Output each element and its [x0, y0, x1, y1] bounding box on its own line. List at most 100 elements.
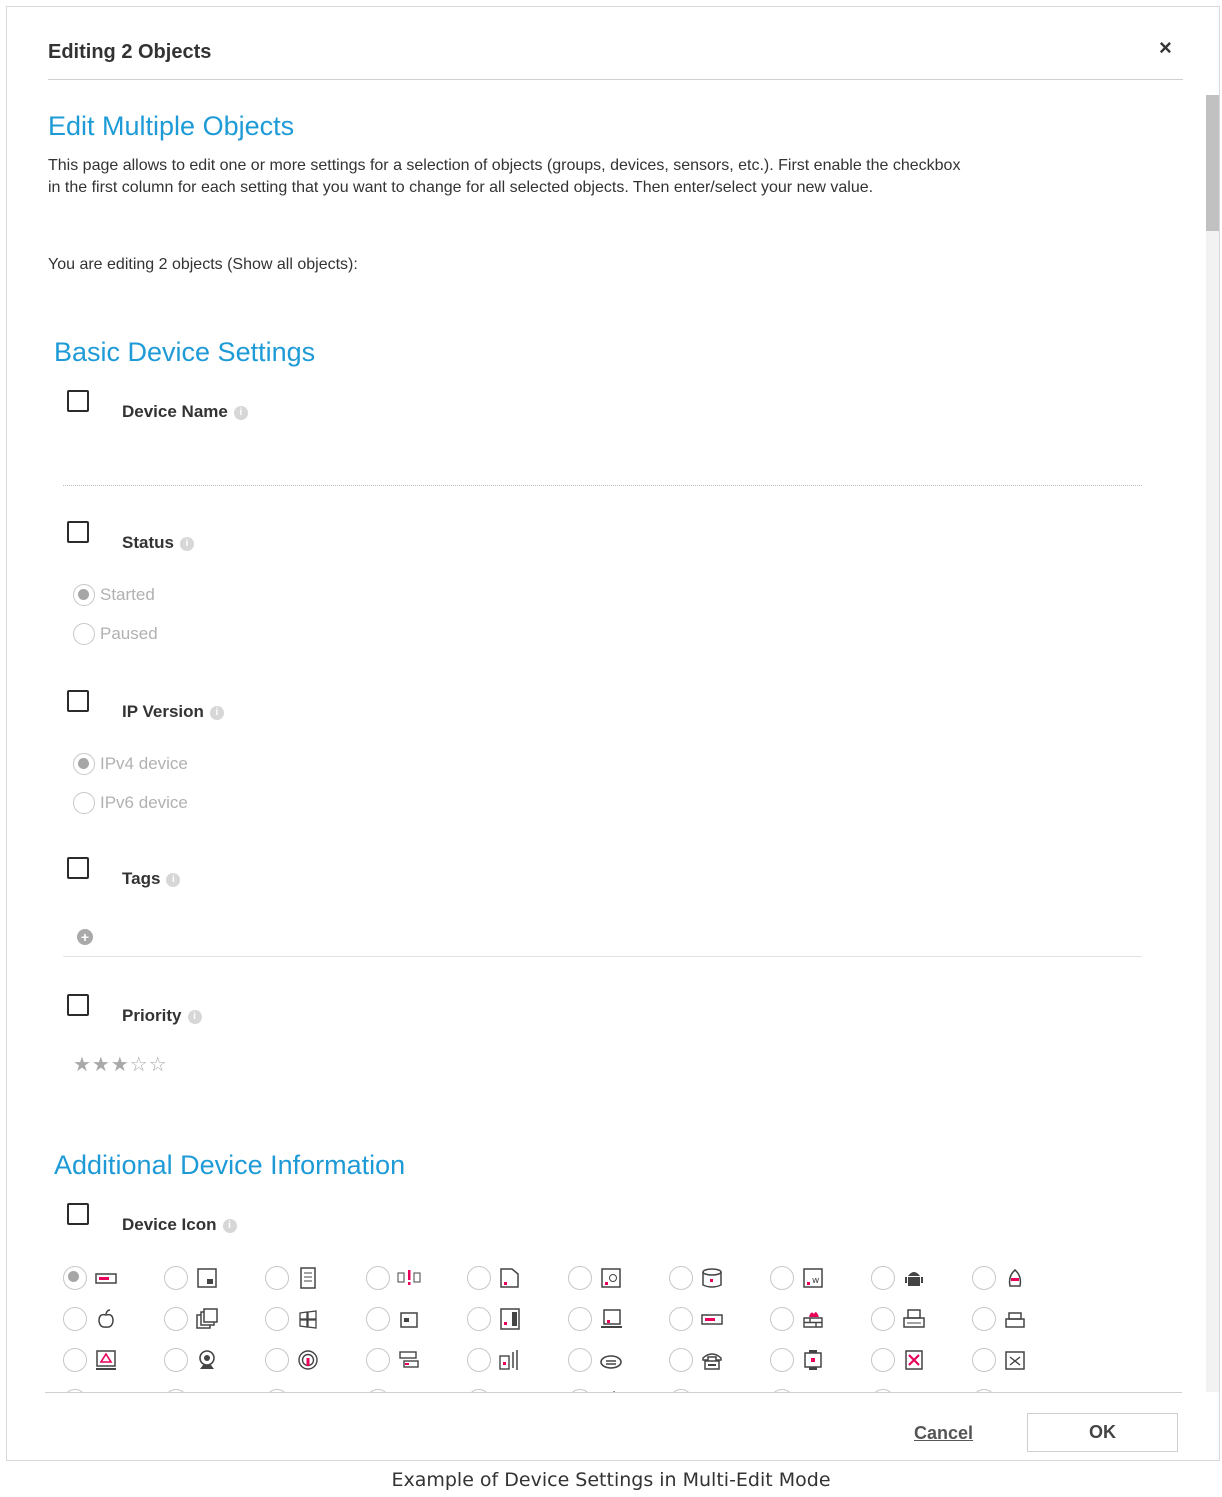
device-icon-option[interactable] [63, 1298, 164, 1339]
device-icon-radio[interactable] [972, 1306, 996, 1331]
server-rack-icon [93, 1266, 119, 1290]
ipv6-label: IPv6 device [100, 793, 188, 812]
device-icon-radio[interactable] [972, 1265, 996, 1290]
ipv6-radio[interactable] [73, 792, 95, 814]
close-icon[interactable]: × [1159, 37, 1172, 59]
dialog-scrollbar[interactable] [1206, 95, 1219, 1392]
cancel-button[interactable]: Cancel [914, 1423, 973, 1444]
device-icon-radio[interactable] [568, 1306, 592, 1331]
device-icon-radio[interactable] [366, 1265, 390, 1290]
device-icon-radio[interactable] [770, 1306, 794, 1331]
ip-version-enable-checkbox[interactable] [67, 690, 89, 712]
device-icon-option[interactable] [871, 1257, 972, 1298]
device-icon-radio[interactable] [63, 1306, 87, 1331]
priority-enable-checkbox[interactable] [67, 994, 89, 1016]
device-icon-radio[interactable] [366, 1306, 390, 1331]
device-icon-option[interactable] [366, 1257, 467, 1298]
device-icon-radio[interactable] [467, 1265, 491, 1290]
info-icon[interactable]: i [187, 1010, 202, 1024]
device-icon-option[interactable] [265, 1339, 366, 1380]
device-icon-radio[interactable] [972, 1347, 996, 1372]
status-started-label: Started [100, 585, 155, 604]
device-icon-option[interactable] [164, 1339, 265, 1380]
device-icon-radio[interactable] [871, 1306, 895, 1331]
device-icon-option[interactable] [568, 1298, 669, 1339]
device-icon-option[interactable] [265, 1298, 366, 1339]
priority-stars[interactable]: ★★★☆☆ [73, 1052, 168, 1077]
ip-option-ipv6[interactable]: IPv6 device [73, 791, 188, 815]
status-label: Status [122, 533, 174, 552]
device-icon-radio[interactable] [164, 1347, 188, 1372]
device-icon-option[interactable] [669, 1257, 770, 1298]
device-icon-option[interactable] [770, 1298, 871, 1339]
device-icon-radio[interactable] [770, 1347, 794, 1372]
device-icon-option[interactable] [467, 1339, 568, 1380]
device-icon-radio[interactable] [669, 1347, 693, 1372]
device-icon-option[interactable] [164, 1257, 265, 1298]
scrollbar-thumb[interactable] [1206, 95, 1219, 231]
device-icon-option[interactable] [568, 1257, 669, 1298]
status-option-paused[interactable]: Paused [73, 622, 158, 646]
device-icon-option[interactable] [265, 1257, 366, 1298]
device-icon-option[interactable] [871, 1339, 972, 1380]
broken-device-icon [1002, 1348, 1028, 1372]
add-tag-icon[interactable]: + [77, 929, 93, 945]
device-icon-radio[interactable] [770, 1265, 794, 1290]
device-icon-radio[interactable] [164, 1265, 188, 1290]
device-icon-radio[interactable] [63, 1265, 87, 1290]
ipv4-label: IPv4 device [100, 754, 188, 773]
ip-option-ipv4[interactable]: IPv4 device [73, 752, 188, 776]
ok-button[interactable]: OK [1027, 1413, 1178, 1452]
status-enable-checkbox[interactable] [67, 521, 89, 543]
device-icon-radio[interactable] [568, 1265, 592, 1290]
device-icon-option[interactable] [366, 1298, 467, 1339]
device-icon-radio[interactable] [265, 1265, 289, 1290]
device-icon-enable-checkbox[interactable] [67, 1203, 89, 1225]
device-icon-option[interactable] [770, 1339, 871, 1380]
device-icon-radio[interactable] [467, 1347, 491, 1372]
device-icon-option[interactable] [568, 1339, 669, 1380]
ipv4-radio[interactable] [73, 753, 95, 775]
device-icon-option[interactable] [366, 1339, 467, 1380]
device-name-label: Device Name [122, 402, 228, 421]
device-icon-radio[interactable] [265, 1306, 289, 1331]
info-icon[interactable]: i [233, 406, 248, 420]
device-icon-option[interactable] [972, 1339, 1073, 1380]
device-icon-option[interactable] [63, 1257, 164, 1298]
show-all-objects-link[interactable]: Show all objects [232, 256, 348, 273]
email-device-icon [598, 1266, 624, 1290]
device-name-enable-checkbox[interactable] [67, 390, 89, 412]
device-icon-option[interactable] [669, 1339, 770, 1380]
device-icon-radio[interactable] [366, 1347, 390, 1372]
device-icon-radio[interactable] [669, 1265, 693, 1290]
device-icon-option[interactable] [164, 1298, 265, 1339]
device-icon-option[interactable] [467, 1257, 568, 1298]
device-icon-radio[interactable] [669, 1306, 693, 1331]
info-icon[interactable]: i [166, 873, 181, 887]
status-paused-radio[interactable] [73, 623, 95, 645]
device-icon-radio[interactable] [871, 1265, 895, 1290]
device-icon-option[interactable] [63, 1339, 164, 1380]
multi-edit-dialog: Editing 2 Objects × Edit Multiple Object… [6, 6, 1220, 1461]
device-icon-option[interactable] [972, 1298, 1073, 1339]
device-icon-option[interactable] [972, 1257, 1073, 1298]
device-icon-radio[interactable] [164, 1306, 188, 1331]
device-icon-radio[interactable] [871, 1347, 895, 1372]
device-icon-option[interactable] [467, 1298, 568, 1339]
info-icon[interactable]: i [179, 537, 194, 551]
editing-summary: You are editing 2 objects (Show all obje… [48, 256, 358, 274]
device-icon-radio[interactable] [63, 1347, 87, 1372]
device-icon-radio[interactable] [265, 1347, 289, 1372]
info-icon[interactable]: i [222, 1219, 237, 1233]
info-icon[interactable]: i [209, 706, 224, 720]
status-option-started[interactable]: Started [73, 583, 155, 607]
tags-enable-checkbox[interactable] [67, 857, 89, 879]
device-icon-option[interactable] [871, 1298, 972, 1339]
footer-divider [45, 1392, 1182, 1393]
status-started-radio[interactable] [73, 584, 95, 606]
windows-icon [295, 1307, 321, 1331]
device-icon-option[interactable] [669, 1298, 770, 1339]
device-icon-option[interactable]: w [770, 1257, 871, 1298]
device-icon-radio[interactable] [467, 1306, 491, 1331]
device-icon-radio[interactable] [568, 1347, 592, 1372]
